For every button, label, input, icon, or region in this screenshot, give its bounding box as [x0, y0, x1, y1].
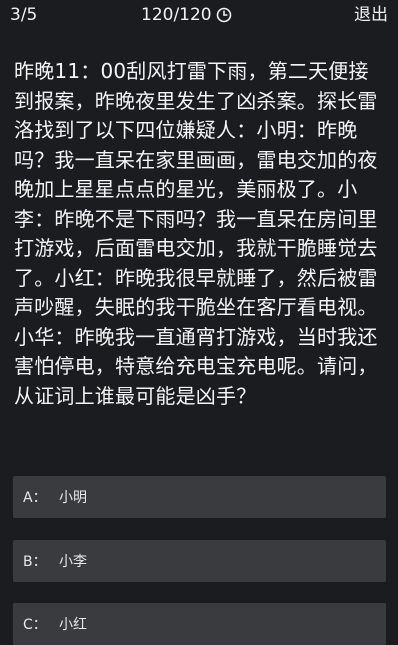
option-letter: B：	[23, 554, 47, 570]
exit-button[interactable]: 退出	[354, 5, 388, 25]
option-letter: C：	[23, 617, 47, 633]
option-label: 小李	[59, 554, 87, 570]
option-b[interactable]: B： 小李	[13, 540, 386, 582]
option-a[interactable]: A： 小明	[13, 476, 386, 518]
option-letter: A：	[23, 490, 47, 506]
score-counter: 120/120	[141, 5, 212, 25]
option-c[interactable]: C： 小红	[13, 603, 386, 645]
top-bar: 3/5 120/120 退出	[0, 0, 398, 32]
option-label: 小红	[59, 617, 87, 633]
option-label: 小明	[59, 490, 87, 506]
score-timer: 120/120	[141, 5, 232, 25]
question-progress: 3/5	[10, 5, 38, 25]
clock-icon	[216, 7, 232, 23]
question-text: 昨晚11：00刮风打雷下雨，第二天便接到报案，昨晚夜里发生了凶杀案。探长雷洛找到…	[14, 59, 378, 408]
